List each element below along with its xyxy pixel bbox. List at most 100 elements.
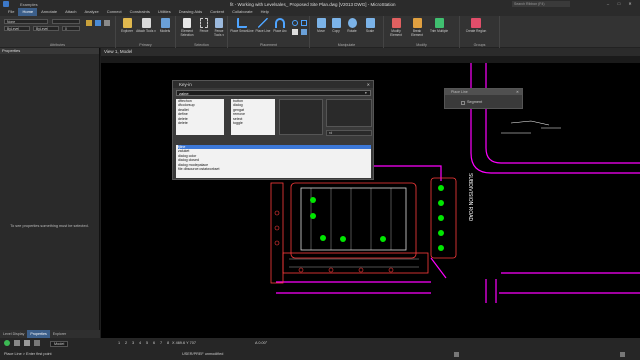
tab-file[interactable]: File bbox=[4, 8, 18, 16]
element-selection-label: Element Selection bbox=[180, 29, 194, 37]
tree bbox=[438, 245, 444, 251]
cell-icon[interactable] bbox=[301, 29, 307, 35]
tab-drawing-aids[interactable]: Drawing Aids bbox=[175, 8, 206, 16]
break-element-button[interactable]: Break Element bbox=[407, 18, 427, 37]
element-selection-button[interactable]: Element Selection bbox=[177, 18, 197, 37]
transparency-combo[interactable] bbox=[52, 19, 80, 24]
models-button[interactable]: Models bbox=[156, 18, 174, 33]
tab-constraints[interactable]: Constraints bbox=[126, 8, 154, 16]
tree bbox=[438, 215, 444, 221]
explorer-label: Explorer bbox=[121, 29, 133, 33]
page-1[interactable]: 1 bbox=[118, 341, 120, 345]
place-smartline-label: Place SmartLine bbox=[230, 29, 254, 33]
style-combo[interactable]: ByLevel bbox=[33, 26, 59, 31]
element-info-icon[interactable] bbox=[95, 20, 101, 26]
weight-combo[interactable]: 0 bbox=[62, 26, 80, 31]
tab-home[interactable]: Home bbox=[18, 8, 38, 16]
page-4[interactable]: 4 bbox=[139, 341, 141, 345]
tab-annotate[interactable]: Annotate bbox=[37, 8, 61, 16]
angle-readout: A 0.00° bbox=[255, 341, 268, 345]
tab-help[interactable]: Help bbox=[257, 8, 273, 16]
rotate-button[interactable]: Rotate bbox=[344, 18, 360, 33]
list-item[interactable]: toggle bbox=[233, 121, 275, 125]
parking-stripes bbox=[289, 188, 419, 268]
place-smartline-button[interactable]: Place SmartLine bbox=[230, 18, 254, 33]
model-selector[interactable]: Model bbox=[50, 341, 69, 347]
keyin-field[interactable]: rd bbox=[326, 130, 372, 136]
list-item[interactable]: delete bbox=[178, 121, 224, 125]
lock-icon[interactable] bbox=[24, 340, 30, 346]
status-messages: Place Line > Enter first point USER/PREF… bbox=[0, 349, 640, 360]
modify-element-button[interactable]: Modify Element bbox=[386, 18, 406, 37]
segment-checkbox-label[interactable]: Segment bbox=[467, 100, 482, 104]
fence-button[interactable]: Fence bbox=[197, 18, 211, 33]
close-icon[interactable]: ✕ bbox=[516, 90, 519, 94]
move-label: Move bbox=[317, 29, 325, 33]
history-item[interactable]: file dbsource:ostatworkset bbox=[178, 167, 371, 171]
snap-icon[interactable] bbox=[34, 340, 40, 346]
fence-tools-button[interactable]: Fence Tools ▾ bbox=[211, 18, 227, 37]
modify-icon bbox=[391, 18, 401, 28]
explorer-icon bbox=[122, 18, 132, 28]
workspace-name[interactable]: Examples bbox=[20, 2, 38, 7]
tab-utilities[interactable]: Utilities bbox=[154, 8, 175, 16]
explorer-button[interactable]: Explorer bbox=[118, 18, 136, 33]
view-toolbar[interactable] bbox=[101, 56, 640, 63]
level-combo[interactable]: None bbox=[4, 19, 48, 24]
keyin-history-list[interactable]: fjline zaluket dialog color dialog close… bbox=[176, 145, 371, 178]
keyin-input[interactable]: zalne bbox=[176, 90, 371, 96]
page-5[interactable]: 5 bbox=[146, 341, 148, 345]
notification-icon[interactable] bbox=[454, 352, 459, 357]
scale-button[interactable]: Scale bbox=[362, 18, 378, 33]
color-combo[interactable]: ByLevel bbox=[4, 26, 30, 31]
block-icon[interactable] bbox=[301, 20, 307, 26]
close-icon[interactable]: ✕ bbox=[367, 82, 370, 87]
tab-content[interactable]: Content bbox=[206, 8, 228, 16]
tab-properties[interactable]: Properties bbox=[27, 330, 50, 338]
trim-multiple-button[interactable]: Trim Multiple bbox=[428, 18, 450, 33]
page-7[interactable]: 7 bbox=[160, 341, 162, 345]
page-8[interactable]: 8 bbox=[167, 341, 169, 345]
checkbox-icon[interactable] bbox=[461, 101, 465, 105]
page-3[interactable]: 3 bbox=[132, 341, 134, 345]
window-title: fit - Working with Levelsales_ Proposed … bbox=[230, 1, 396, 7]
levels-icon[interactable] bbox=[104, 20, 110, 26]
circle-icon[interactable] bbox=[292, 20, 298, 26]
cursor-icon bbox=[183, 18, 191, 28]
tab-analyze[interactable]: Analyze bbox=[80, 8, 102, 16]
keyin-word-list-1[interactable]: dftechon dfcolorsup deallet define delet… bbox=[176, 99, 224, 135]
tab-level-display[interactable]: Level Display bbox=[0, 330, 27, 338]
match-icon[interactable] bbox=[86, 20, 92, 26]
keyin-word-list-3[interactable] bbox=[279, 99, 323, 135]
close-window-button[interactable]: ✕ bbox=[626, 1, 634, 7]
trees bbox=[310, 185, 444, 251]
tab-explorer[interactable]: Explorer bbox=[50, 330, 69, 338]
attach-tools-button[interactable]: Attach Tools ▾ bbox=[136, 18, 156, 33]
marker bbox=[358, 267, 364, 273]
page-2[interactable]: 2 bbox=[125, 341, 127, 345]
page-6[interactable]: 6 bbox=[153, 341, 155, 345]
play-icon[interactable] bbox=[4, 340, 10, 346]
settings-icon[interactable] bbox=[14, 340, 20, 346]
minimize-button[interactable]: – bbox=[604, 1, 612, 7]
maximize-button[interactable]: □ bbox=[615, 1, 623, 7]
copy-button[interactable]: Copy bbox=[329, 18, 343, 33]
text-icon[interactable] bbox=[292, 29, 298, 35]
attributes-group-label: Attributes bbox=[49, 43, 66, 47]
keyin-dialog[interactable]: Key-in ✕ zalne ▾ dftechon dfcolorsup dea… bbox=[172, 80, 374, 180]
tab-collaborate[interactable]: Collaborate bbox=[228, 8, 256, 16]
lock-status-icon[interactable] bbox=[620, 352, 625, 357]
arc-icon bbox=[275, 18, 285, 28]
place-line-dialog[interactable]: Place Line ✕ Segment bbox=[444, 88, 523, 109]
move-button[interactable]: Move bbox=[314, 18, 328, 33]
place-arc-button[interactable]: Place Arc bbox=[272, 18, 288, 33]
keyin-word-list-2[interactable]: button dialog gengat remove select toggl… bbox=[231, 99, 275, 135]
line-icon bbox=[258, 18, 268, 28]
ribbon-search-input[interactable]: Search Ribbon (F4) bbox=[512, 1, 570, 7]
tab-connect[interactable]: Connect bbox=[103, 8, 126, 16]
dropdown-arrow-icon[interactable]: ▾ bbox=[365, 91, 367, 95]
tab-attach[interactable]: Attach bbox=[61, 8, 80, 16]
place-line-button[interactable]: Place Line bbox=[255, 18, 271, 33]
create-region-button[interactable]: Create Region bbox=[464, 18, 488, 33]
keyin-word-list-4[interactable] bbox=[326, 99, 372, 127]
